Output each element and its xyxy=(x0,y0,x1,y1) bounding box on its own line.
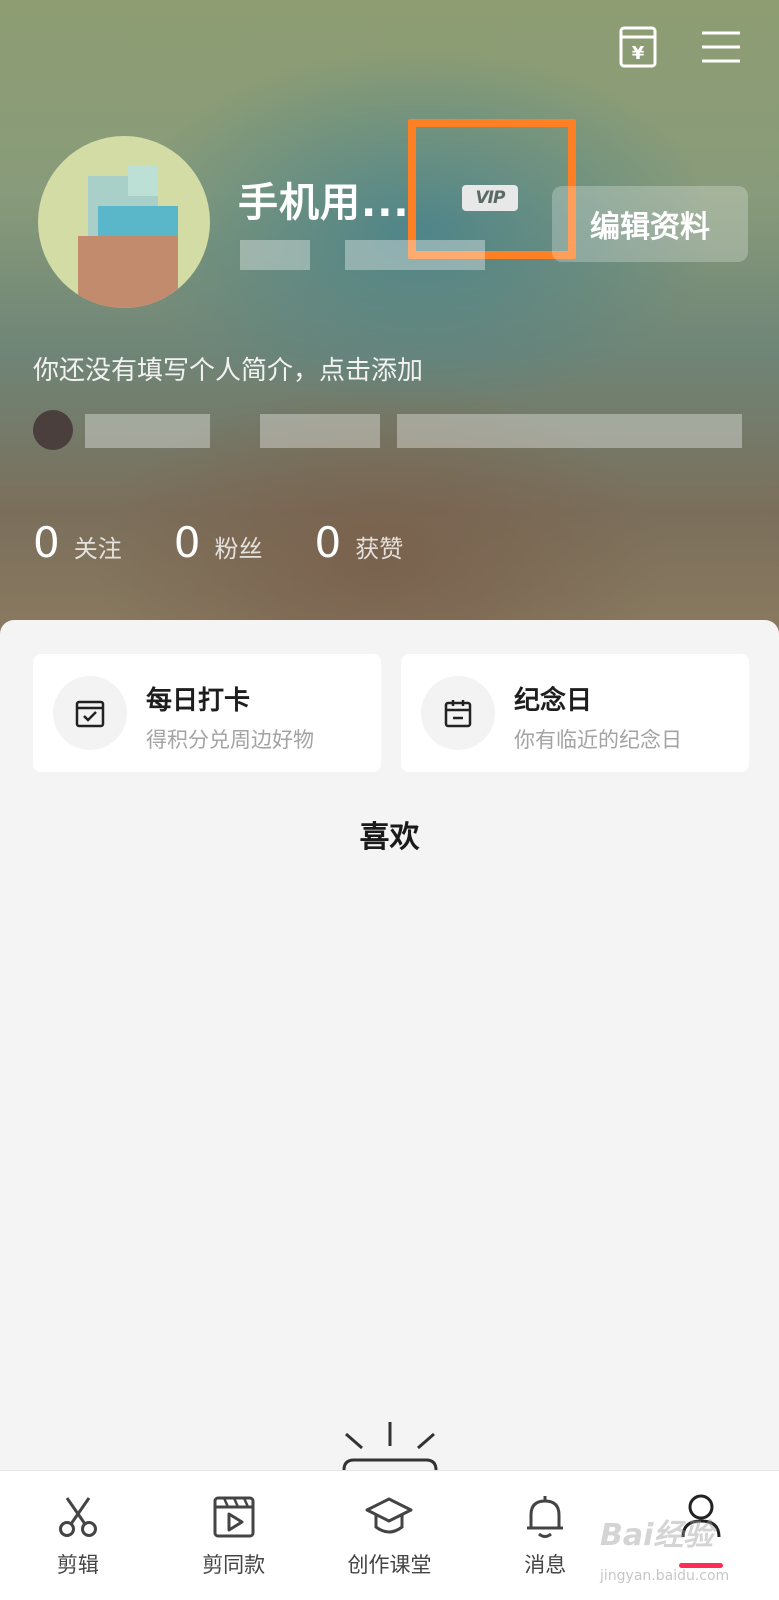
card-subtitle: 得积分兑周边好物 xyxy=(146,728,314,752)
blurred-user-id xyxy=(240,240,310,270)
nav-label: 剪同款 xyxy=(202,1553,266,1577)
nav-label: 创作课堂 xyxy=(347,1553,432,1577)
stat-value: 0 xyxy=(314,518,342,567)
blurred-user-id xyxy=(345,240,485,270)
nav-item-creator-class[interactable]: 创作课堂 xyxy=(312,1471,468,1600)
stat-label: 获赞 xyxy=(355,535,404,563)
daily-checkin-card[interactable]: 每日打卡 得积分兑周边好物 xyxy=(33,654,381,772)
watermark-logo: Bai经验 xyxy=(600,1518,714,1553)
stat-label: 粉丝 xyxy=(214,535,263,563)
tab-likes[interactable]: 喜欢 xyxy=(0,812,779,856)
card-subtitle: 你有临近的纪念日 xyxy=(514,728,682,752)
edit-profile-button[interactable]: 编辑资料 xyxy=(552,186,748,262)
stat-followers[interactable]: 0 粉丝 xyxy=(174,518,263,567)
graduation-cap-icon xyxy=(365,1493,413,1541)
wallet-icon[interactable]: ¥ xyxy=(615,24,661,70)
stat-label: 关注 xyxy=(73,535,122,563)
menu-icon[interactable] xyxy=(698,24,744,70)
stat-following[interactable]: 0 关注 xyxy=(33,518,122,567)
calendar-icon xyxy=(421,676,495,750)
card-title: 每日打卡 xyxy=(146,686,251,716)
avatar[interactable] xyxy=(38,136,210,308)
stats-row: 0 关注 0 粉丝 0 获赞 xyxy=(33,518,455,567)
watermark-url: jingyan.baidu.com xyxy=(600,1568,730,1584)
nav-label: 剪辑 xyxy=(56,1553,99,1577)
nav-item-templates[interactable]: 剪同款 xyxy=(156,1471,312,1600)
blurred-text xyxy=(85,414,210,448)
blurred-avatar-small xyxy=(33,410,73,450)
checkin-calendar-icon xyxy=(53,676,127,750)
blurred-text xyxy=(260,414,380,448)
nav-item-edit[interactable]: 剪辑 xyxy=(0,1471,156,1600)
empty-state-illustration xyxy=(340,1420,440,1471)
bell-icon xyxy=(521,1493,569,1541)
svg-text:¥: ¥ xyxy=(632,43,645,64)
scissors-icon xyxy=(54,1493,102,1541)
stat-value: 0 xyxy=(173,518,201,567)
stat-likes-received[interactable]: 0 获赞 xyxy=(314,518,403,567)
blurred-text xyxy=(397,414,742,448)
template-video-icon xyxy=(210,1493,258,1541)
profile-page: ¥ 手机用... VIP 编辑资料 你还没有填写个人简介，点击添加 0 关注 0… xyxy=(0,0,779,1600)
stat-value: 0 xyxy=(33,518,60,567)
vip-highlight-frame xyxy=(408,119,576,259)
anniversary-card[interactable]: 纪念日 你有临近的纪念日 xyxy=(401,654,749,772)
bio-prompt[interactable]: 你还没有填写个人简介，点击添加 xyxy=(33,350,423,387)
card-title: 纪念日 xyxy=(514,686,593,716)
nav-label: 消息 xyxy=(524,1553,567,1577)
username: 手机用... xyxy=(238,180,410,226)
